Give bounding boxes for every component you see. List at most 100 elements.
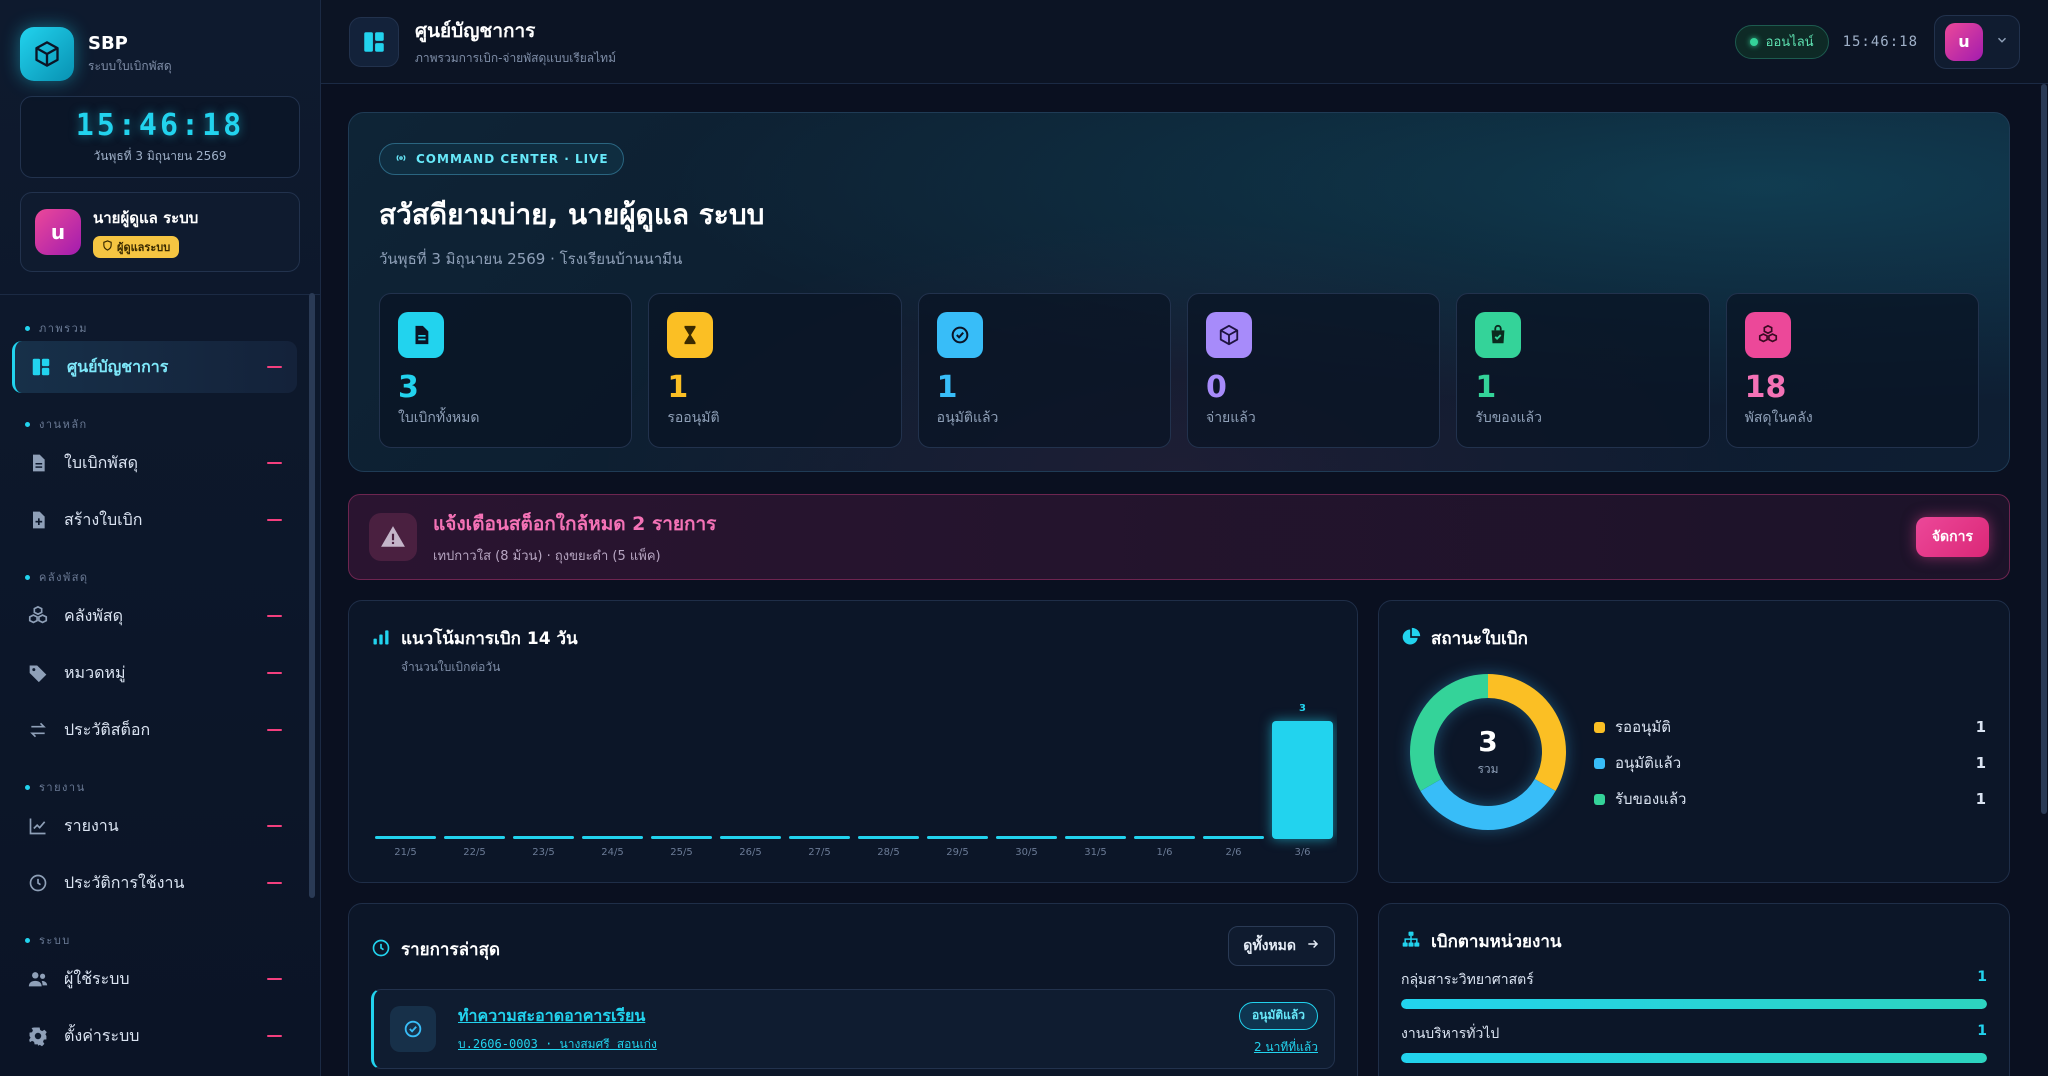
- org-chart-icon: [1401, 930, 1421, 954]
- page-scrollbar[interactable]: [2041, 84, 2047, 814]
- legend-swatch: [1594, 793, 1605, 805]
- brand-subtitle: ระบบใบเบิกพัสดุ: [88, 58, 172, 73]
- clock-date: วันพุธที่ 3 มิถุนายน 2569: [93, 149, 227, 163]
- chart-tick-label: 1/6: [1156, 847, 1172, 858]
- sidebar-item-users[interactable]: ผู้ใช้ระบบ: [12, 953, 297, 1005]
- box-logo-icon: [20, 27, 74, 81]
- chart-tick-label: 27/5: [808, 847, 830, 858]
- brand-name: SBP: [88, 32, 128, 54]
- stat-label: รับของแล้ว: [1475, 410, 1542, 426]
- stat-card-pending[interactable]: 1 รออนุมัติ: [648, 293, 902, 448]
- command-center-badge: COMMAND CENTER · LIVE: [379, 143, 624, 175]
- check-circle-icon: [390, 1006, 436, 1052]
- sidebar-scrollbar[interactable]: [309, 293, 315, 898]
- stat-card-total[interactable]: 3 ใบเบิกทั้งหมด: [379, 293, 633, 448]
- chart-tick-label: 30/5: [1015, 847, 1037, 858]
- department-name: งานบริหารทั่วไป: [1401, 1026, 1500, 1042]
- chart-bar: [513, 836, 574, 839]
- bar-chart-icon: [371, 627, 391, 651]
- sidebar-item-stock-history[interactable]: ประวัติสต็อก: [12, 704, 297, 756]
- stat-value: 1: [1475, 370, 1497, 405]
- chart-tick-label: 31/5: [1084, 847, 1106, 858]
- manage-stock-button[interactable]: จัดการ: [1915, 517, 1989, 557]
- topbar-clock: 15:46:18: [1842, 33, 1918, 50]
- sidebar-divider: [0, 294, 320, 295]
- stat-label: ใบเบิกทั้งหมด: [398, 410, 480, 426]
- sidebar-item-command-center[interactable]: ศูนย์บัญชาการ: [12, 341, 297, 393]
- user-menu-button[interactable]: u: [1934, 14, 2020, 69]
- chart-bar: [927, 836, 988, 839]
- nav-indicator: [267, 615, 282, 617]
- stat-card-stock[interactable]: 18 พัสดุในคลัง: [1725, 293, 1979, 448]
- recent-item-time[interactable]: 2 นาทีที่แล้ว: [1254, 1038, 1318, 1057]
- sidebar-item-activity-log[interactable]: ประวัติการใช้งาน: [12, 857, 297, 909]
- boxes-icon: [1744, 312, 1791, 358]
- chart-tick-label: 28/5: [877, 847, 899, 858]
- chart-data-label: 3: [1299, 703, 1306, 714]
- alert-title: แจ้งเตือนสต็อกใกล้หมด 2 รายการ: [433, 512, 717, 535]
- view-all-button[interactable]: ดูทั้งหมด: [1228, 926, 1335, 966]
- chart-tick-label: 3/6: [1294, 847, 1310, 858]
- nav-indicator: [267, 1035, 282, 1037]
- user-card[interactable]: u นายผู้ดูแล ระบบ ผู้ดูแลระบบ: [20, 192, 300, 272]
- online-status-badge: ออนไลน์: [1734, 24, 1829, 59]
- box-icon: [1205, 312, 1252, 358]
- document-icon: [26, 451, 50, 475]
- trend-panel: แนวโน้มการเบิก 14 วัน จำนวนใบเบิกต่อวัน …: [348, 600, 1358, 883]
- nav-indicator: [267, 462, 282, 464]
- online-status-label: ออนไลน์: [1765, 35, 1814, 50]
- boxes-icon: [26, 604, 50, 628]
- avatar: u: [35, 209, 81, 255]
- stat-card-dispensed[interactable]: 0 จ่ายแล้ว: [1186, 293, 1441, 448]
- topbar: ศูนย์บัญชาการ ภาพรวมการเบิก-จ่ายพัสดุแบบ…: [321, 0, 2048, 84]
- stat-label: อนุมัติแล้ว: [936, 410, 999, 426]
- stat-label: จ่ายแล้ว: [1205, 410, 1256, 426]
- legend-item: รออนุมัติ 1: [1594, 709, 1986, 745]
- sidebar-item-requisitions[interactable]: ใบเบิกพัสดุ: [12, 437, 297, 489]
- stat-value: 18: [1744, 370, 1787, 405]
- chart-tick-label: 24/5: [601, 847, 623, 858]
- sidebar-item-create-requisition[interactable]: สร้างใบเบิก: [12, 494, 297, 546]
- stat-card-approved[interactable]: 1 อนุมัติแล้ว: [917, 293, 1171, 448]
- alert-detail: เทปกาวใส (8 ม้วน) · ถุงขยะดำ (5 แพ็ค): [433, 548, 661, 564]
- status-donut: 3 รวม: [1409, 673, 1567, 831]
- chart-bar: [1203, 836, 1264, 839]
- status-dot-icon: [1749, 37, 1758, 46]
- department-bar-track: [1401, 999, 1987, 1009]
- chart-tick-label: 26/5: [739, 847, 761, 858]
- donut-center: 3 รวม: [1409, 673, 1567, 831]
- stat-label: พัสดุในคลัง: [1744, 410, 1813, 426]
- nav-indicator: [267, 519, 282, 521]
- clock-icon: [26, 871, 50, 895]
- bottom-row: รายการล่าสุด ดูทั้งหมด ทำความสะอาดอาคารเ…: [348, 903, 2010, 1076]
- sidebar-item-label: รายงาน: [64, 815, 119, 835]
- sidebar-item-settings[interactable]: ตั้งค่าระบบ: [12, 1010, 297, 1062]
- stat-card-received[interactable]: 1 รับของแล้ว: [1456, 293, 1710, 448]
- department-count: 1: [1977, 1023, 1987, 1039]
- user-name: นายผู้ดูแล ระบบ: [93, 209, 199, 227]
- sidebar-item-label: ศูนย์บัญชาการ: [67, 356, 169, 376]
- sidebar-item-inventory[interactable]: คลังพัสดุ: [12, 590, 297, 642]
- greeting-title: สวัสดียามบ่าย, นายผู้ดูแล ระบบ: [379, 198, 765, 231]
- warning-icon: [369, 513, 417, 561]
- sidebar-item-reports[interactable]: รายงาน: [12, 800, 297, 852]
- stat-label: รออนุมัติ: [667, 410, 720, 426]
- recent-item-meta[interactable]: บ.2606-0003 · นางสมศรี สอนเก่ง: [458, 1035, 657, 1054]
- tag-icon: [26, 661, 50, 685]
- avatar: u: [1945, 22, 1983, 61]
- stat-value: 1: [936, 370, 958, 405]
- command-center-label: COMMAND CENTER · LIVE: [416, 152, 609, 166]
- document-plus-icon: [26, 508, 50, 532]
- legend-value: 1: [1975, 718, 1986, 736]
- sidebar-item-categories[interactable]: หมวดหมู่: [12, 647, 297, 699]
- recent-title: รายการล่าสุด: [401, 940, 500, 960]
- broadcast-icon: [394, 151, 408, 168]
- sidebar-item-label: คลังพัสดุ: [64, 605, 124, 625]
- list-item[interactable]: ทำความสะอาดอาคารเรียน บ.2606-0003 · นางส…: [371, 989, 1335, 1069]
- nav-section-reports: รายงาน: [12, 776, 320, 798]
- brand[interactable]: SBP ระบบใบเบิกพัสดุ: [0, 0, 320, 86]
- recent-item-title[interactable]: ทำความสะอาดอาคารเรียน: [458, 1004, 657, 1029]
- department-row: งานบริหารทั่วไป 1: [1401, 1023, 1987, 1063]
- chart-tick-label: 2/6: [1225, 847, 1241, 858]
- department-bar-track: [1401, 1053, 1987, 1063]
